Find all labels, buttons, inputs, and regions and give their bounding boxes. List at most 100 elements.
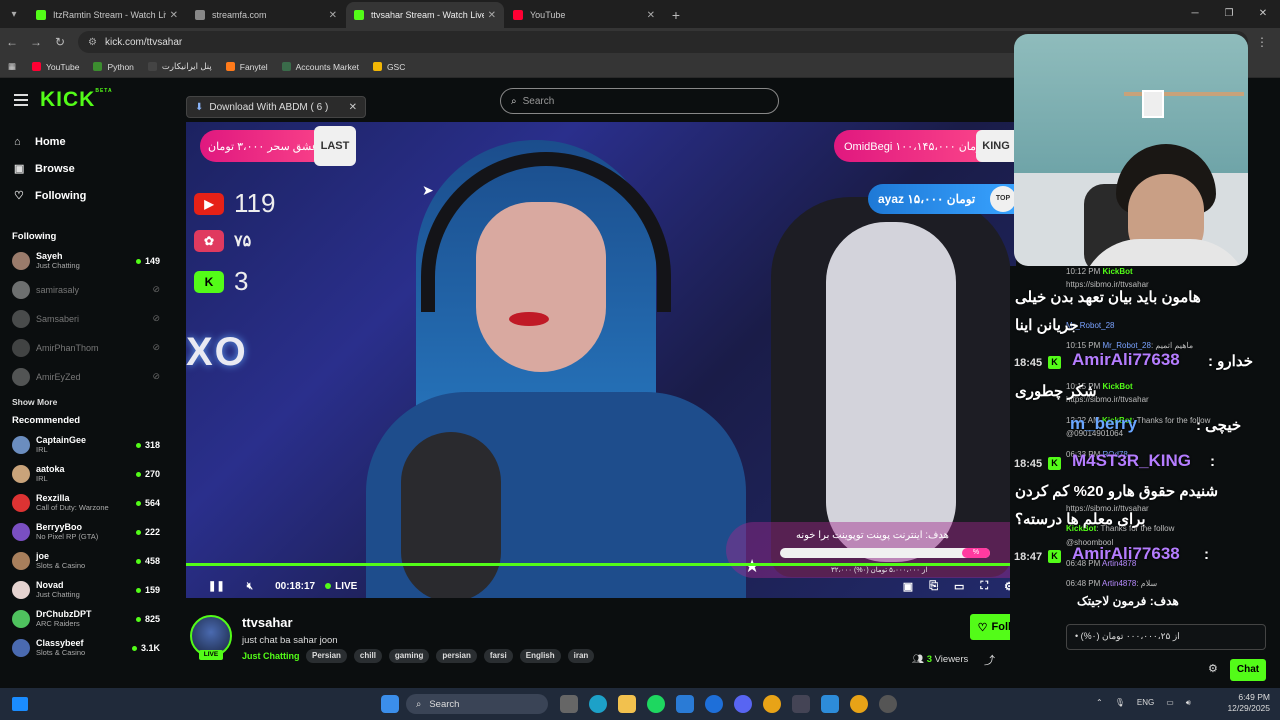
- search-icon: ⌕: [416, 698, 422, 710]
- minimize-icon[interactable]: ─: [1178, 0, 1212, 28]
- app-icon[interactable]: [792, 695, 810, 713]
- chat-message: 10:12 PM KickBot: [1066, 267, 1133, 276]
- video-progress-bar[interactable]: [186, 563, 1016, 566]
- app-icon[interactable]: [705, 695, 723, 713]
- discord-icon[interactable]: [734, 695, 752, 713]
- stream-category-link[interactable]: Just Chatting: [242, 651, 300, 661]
- stream-tag[interactable]: Persian: [306, 649, 347, 663]
- stream-tag[interactable]: English: [519, 649, 561, 663]
- obs-icon[interactable]: [879, 695, 897, 713]
- hamburger-menu-icon[interactable]: [14, 94, 28, 109]
- share-icon[interactable]: ⤴: [984, 652, 995, 668]
- tab-4[interactable]: YouTube ✕: [505, 2, 663, 28]
- tab-2[interactable]: streamfa.com ✕: [187, 2, 345, 28]
- pause-icon[interactable]: ❚❚: [208, 581, 225, 592]
- sidebar-channel[interactable]: DrChubzDPT ARC Raiders 825: [0, 604, 172, 633]
- stream-tag[interactable]: iran: [567, 649, 595, 663]
- file-explorer-icon[interactable]: [618, 695, 636, 713]
- chat-input-text: • از ۰۰۰،۰۰۰،۲۵ تومان (۰%): [1075, 631, 1180, 641]
- chrome-icon[interactable]: [763, 695, 781, 713]
- taskbar-clock[interactable]: 6:49 PM 12/29/2025: [1222, 692, 1270, 714]
- bookmark-gsc[interactable]: GSC: [372, 62, 405, 72]
- sidebar-channel[interactable]: AmirEyZed ⊘: [0, 362, 172, 391]
- live-indicator[interactable]: LIVE: [325, 581, 357, 592]
- kick-logo[interactable]: KICKBETA: [40, 88, 113, 112]
- apps-icon[interactable]: ▦: [8, 61, 16, 72]
- reload-icon[interactable]: ↻: [48, 35, 72, 49]
- spotify-icon[interactable]: [647, 695, 665, 713]
- chat-send-button[interactable]: Chat: [1230, 659, 1266, 681]
- forward-icon[interactable]: →: [24, 35, 48, 49]
- restore-icon[interactable]: ❐: [1212, 0, 1246, 28]
- stream-tag[interactable]: gaming: [388, 649, 430, 663]
- new-tab-button[interactable]: +: [664, 2, 688, 28]
- tab-3[interactable]: ttvsahar Stream - Watch Live o ✕: [346, 2, 504, 28]
- abdm-download-popup[interactable]: ⬇ Download With ABDM ( 6 ) ✕: [186, 96, 366, 118]
- stream-tag[interactable]: farsi: [483, 649, 513, 663]
- app-icon[interactable]: [821, 695, 839, 713]
- show-more-link[interactable]: Show More: [0, 397, 172, 407]
- network-icon[interactable]: ▭: [1166, 698, 1174, 708]
- vscode-icon[interactable]: [676, 695, 694, 713]
- chat-user[interactable]: KickBot: [1102, 382, 1132, 391]
- chat-user[interactable]: Mr_Robot_28: [1102, 341, 1150, 350]
- volume-icon[interactable]: 🔊︎: [1186, 698, 1191, 708]
- chrome-icon[interactable]: [850, 695, 868, 713]
- chat-user[interactable]: KickBot: [1102, 267, 1132, 276]
- bookmark-iranicard[interactable]: پنل ایرانیکارت: [147, 61, 212, 72]
- close-tab-icon[interactable]: ✕: [170, 10, 178, 21]
- bookmark-youtube[interactable]: YouTube: [32, 62, 79, 72]
- sidebar-channel[interactable]: Samsaberi ⊘: [0, 304, 172, 333]
- sidebar-channel[interactable]: Sayeh Just Chatting 149: [0, 246, 172, 275]
- stream-tag[interactable]: persian: [436, 649, 477, 663]
- chat-input[interactable]: • از ۰۰۰،۰۰۰،۲۵ تومان (۰%): [1066, 624, 1266, 650]
- stream-tag[interactable]: chill: [353, 649, 382, 663]
- streamer-name[interactable]: ttvsahar: [242, 615, 293, 630]
- chat-settings-icon[interactable]: ⚙: [1208, 662, 1218, 675]
- video-player[interactable]: XO عشق سحر ۳،۰۰۰ تومان LAST OmidBegi ۱۰۰،…: [186, 122, 1016, 598]
- menu-icon[interactable]: ⋮: [1256, 35, 1268, 49]
- bookmark-fanytel[interactable]: Fanytel: [225, 62, 268, 72]
- close-tab-icon[interactable]: ✕: [329, 10, 337, 21]
- sidebar-channel[interactable]: joe Slots & Casino 458: [0, 546, 172, 575]
- task-view-icon[interactable]: [560, 695, 578, 713]
- sidebar-channel[interactable]: BerryyBoo No Pixel RP (GTA) 222: [0, 517, 172, 546]
- bookmark-python[interactable]: Python: [93, 62, 134, 72]
- chat-user[interactable]: Artin4878: [1102, 579, 1136, 588]
- edge-icon[interactable]: [589, 695, 607, 713]
- language-indicator[interactable]: ENG: [1137, 698, 1154, 708]
- widgets-icon[interactable]: [12, 697, 28, 711]
- taskbar-search[interactable]: ⌕ Search: [406, 694, 548, 714]
- back-icon[interactable]: ←: [0, 35, 24, 49]
- nav-home[interactable]: ⌂ Home: [0, 128, 172, 155]
- chevron-up-icon[interactable]: ⌃: [1096, 698, 1103, 708]
- close-window-icon[interactable]: ✕: [1246, 0, 1280, 28]
- theater-icon[interactable]: ▭: [954, 580, 964, 593]
- clip-icon[interactable]: ⎘: [929, 580, 938, 593]
- tab-search-icon[interactable]: ▾: [0, 0, 28, 28]
- close-tab-icon[interactable]: ✕: [488, 10, 496, 21]
- sidebar-channel[interactable]: Rexzilla Call of Duty: Warzone 564: [0, 488, 172, 517]
- sidebar-channel[interactable]: samirasaly ⊘: [0, 275, 172, 304]
- sidebar-channel[interactable]: CaptainGee IRL 318: [0, 430, 172, 459]
- sidebar-channel[interactable]: AmirPhanThom ⊘: [0, 333, 172, 362]
- close-icon[interactable]: ✕: [349, 102, 357, 113]
- nav-browse[interactable]: ▣ Browse: [0, 155, 172, 182]
- bookmark-accounts-market[interactable]: Accounts Market: [281, 62, 359, 72]
- pip-icon[interactable]: ▣: [903, 580, 913, 593]
- fullscreen-icon[interactable]: ⛶: [980, 580, 988, 593]
- mute-icon[interactable]: 🔇︎: [247, 581, 253, 592]
- sidebar-channel[interactable]: aatoka IRL 270: [0, 459, 172, 488]
- site-info-icon[interactable]: ⚙: [88, 37, 97, 48]
- close-tab-icon[interactable]: ✕: [647, 10, 655, 21]
- search-input[interactable]: ⌕ Search: [500, 88, 779, 114]
- microphone-icon[interactable]: 🎙︎: [1115, 698, 1125, 708]
- stream-title: just chat ba sahar joon: [242, 635, 338, 646]
- chat-time: 10:12 PM: [1066, 267, 1101, 276]
- start-icon[interactable]: [381, 695, 399, 713]
- nav-following[interactable]: ♡ Following: [0, 182, 172, 209]
- sidebar-channel[interactable]: Classybeef Slots & Casino 3.1K: [0, 633, 172, 662]
- sidebar-channel[interactable]: Novad Just Chatting 159: [0, 575, 172, 604]
- tab-1[interactable]: ItzRamtin Stream - Watch Live o ✕: [28, 2, 186, 28]
- viewer-count: 458: [136, 556, 160, 566]
